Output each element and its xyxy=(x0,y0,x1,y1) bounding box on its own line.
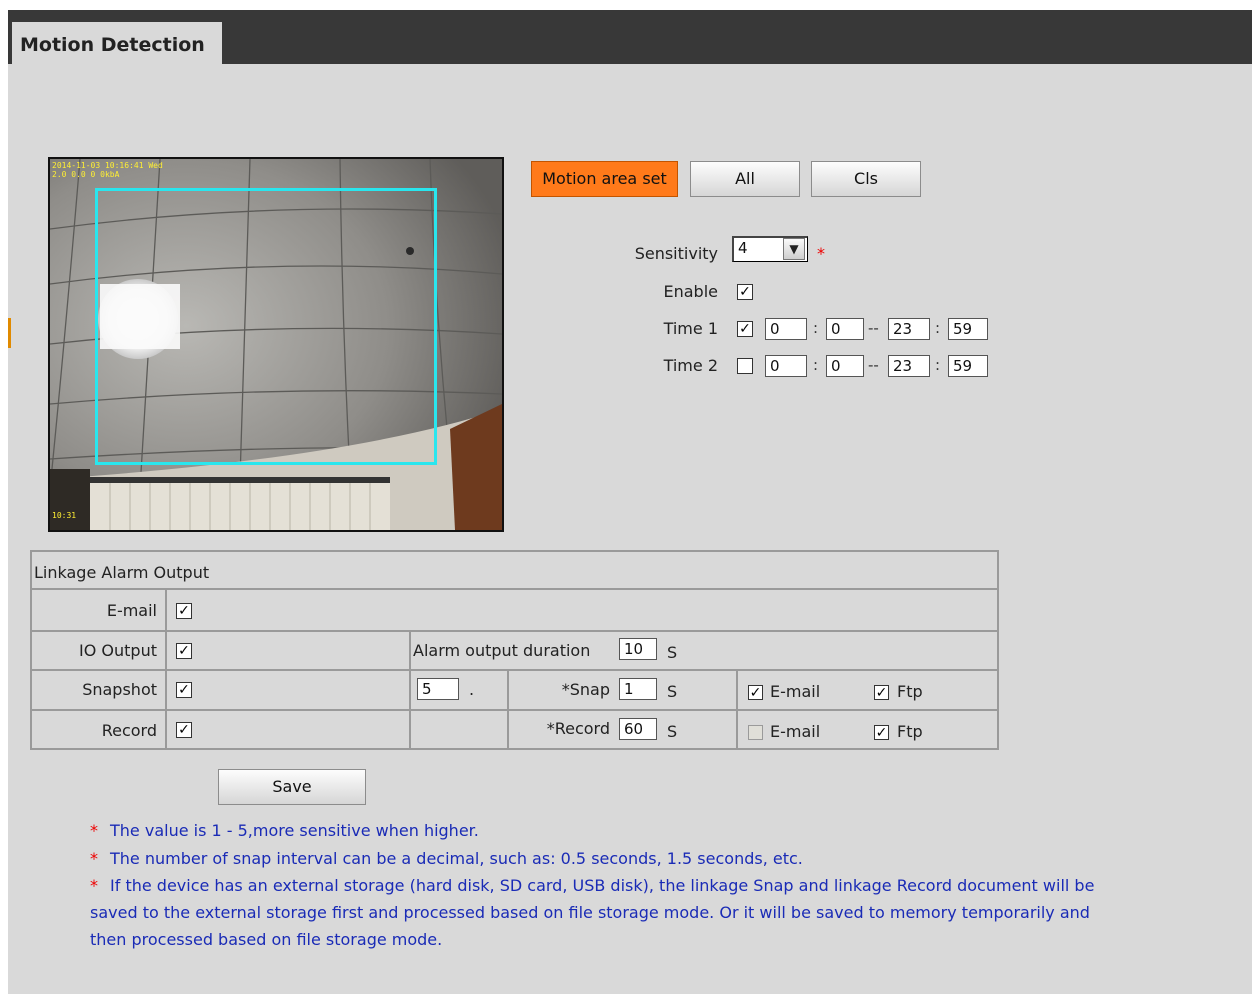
snapshot-dot: . xyxy=(469,680,475,699)
record-duration-label: *Record xyxy=(546,719,610,738)
record-ftp-label: Ftp xyxy=(897,722,923,741)
osd-line-1: 2014-11-03 10:16:41 Wed xyxy=(52,161,163,170)
snap-email-checkbox[interactable]: ✓ xyxy=(748,685,763,700)
alarm-duration-unit: S xyxy=(667,643,678,662)
sensitivity-label: Sensitivity xyxy=(634,244,718,263)
time1-start-hour[interactable]: 0 xyxy=(765,318,807,340)
top-strip xyxy=(0,0,1252,10)
select-all-button[interactable]: All xyxy=(690,161,800,197)
record-label: Record xyxy=(101,721,157,740)
note-3: * If the device has an external storage (… xyxy=(90,876,1094,895)
time2-end-hour[interactable]: 23 xyxy=(888,355,930,377)
clear-button[interactable]: Cls xyxy=(811,161,921,197)
linkage-header: Linkage Alarm Output xyxy=(32,552,997,590)
time2-checkbox[interactable] xyxy=(737,358,753,374)
linkage-table: Linkage Alarm Output E-mail ✓ IO Output … xyxy=(30,550,999,750)
dash: -- xyxy=(868,356,879,374)
osd-timestamp: 2014-11-03 10:16:41 Wed 2.0 0.0 0 0kbA xyxy=(52,161,163,179)
snap-email-label: E-mail xyxy=(770,682,821,701)
note-marker: * xyxy=(90,876,98,895)
snap-ftp-label: Ftp xyxy=(897,682,923,701)
linkage-email-checkbox[interactable]: ✓ xyxy=(176,603,192,619)
snap-interval-label: *Snap xyxy=(561,680,610,699)
record-duration-unit: S xyxy=(667,722,678,741)
io-output-label: IO Output xyxy=(79,641,157,660)
motion-area-set-button[interactable]: Motion area set xyxy=(531,161,678,197)
osd-bottom-label: 10:31 xyxy=(52,511,77,520)
record-ftp-checkbox[interactable]: ✓ xyxy=(874,725,889,740)
required-marker: * xyxy=(817,244,825,263)
tab-motion-detection[interactable]: Motion Detection xyxy=(12,22,222,66)
note-text: If the device has an external storage (h… xyxy=(110,876,1095,895)
note-text: The value is 1 - 5,more sensitive when h… xyxy=(110,821,479,840)
snap-interval-input[interactable]: 1 xyxy=(619,678,657,700)
record-email-label: E-mail xyxy=(770,722,821,741)
snapshot-count-input[interactable]: 5 xyxy=(417,678,459,700)
colon: : xyxy=(813,319,819,337)
time2-start-hour[interactable]: 0 xyxy=(765,355,807,377)
note-1: * The value is 1 - 5,more sensitive when … xyxy=(90,821,479,840)
motion-area-rectangle[interactable] xyxy=(95,188,437,465)
left-edge-marker xyxy=(8,318,11,348)
enable-checkbox[interactable]: ✓ xyxy=(737,284,753,300)
note-marker: * xyxy=(90,849,98,868)
time1-end-minute[interactable]: 59 xyxy=(948,318,988,340)
linkage-email-label: E-mail xyxy=(106,601,157,620)
time2-start-minute[interactable]: 0 xyxy=(826,355,864,377)
io-output-checkbox[interactable]: ✓ xyxy=(176,643,192,659)
enable-label: Enable xyxy=(663,282,719,301)
chevron-down-icon[interactable]: ▼ xyxy=(783,238,805,260)
note-3-line-2: saved to the external storage first and … xyxy=(90,903,1090,922)
time1-start-minute[interactable]: 0 xyxy=(826,318,864,340)
time1-label: Time 1 xyxy=(663,319,718,338)
note-3-line-3: then processed based on file storage mod… xyxy=(90,930,443,949)
time2-label: Time 2 xyxy=(663,356,718,375)
save-button[interactable]: Save xyxy=(218,769,366,805)
osd-line-2: 2.0 0.0 0 0kbA xyxy=(52,170,120,179)
note-2: * The number of snap interval can be a de… xyxy=(90,849,803,868)
time1-checkbox[interactable]: ✓ xyxy=(737,321,753,337)
alarm-duration-input[interactable]: 10 xyxy=(619,638,657,660)
snap-interval-unit: S xyxy=(667,682,678,701)
snapshot-checkbox[interactable]: ✓ xyxy=(176,682,192,698)
dash: -- xyxy=(868,319,879,337)
snapshot-label: Snapshot xyxy=(82,680,157,699)
note-marker: * xyxy=(90,821,98,840)
time1-end-hour[interactable]: 23 xyxy=(888,318,930,340)
record-email-checkbox[interactable] xyxy=(748,725,763,740)
colon: : xyxy=(813,356,819,374)
time2-end-minute[interactable]: 59 xyxy=(948,355,988,377)
record-duration-input[interactable]: 60 xyxy=(619,718,657,740)
note-text: The number of snap interval can be a dec… xyxy=(110,849,803,868)
colon: : xyxy=(935,356,941,374)
snap-ftp-checkbox[interactable]: ✓ xyxy=(874,685,889,700)
colon: : xyxy=(935,319,941,337)
record-checkbox[interactable]: ✓ xyxy=(176,722,192,738)
alarm-duration-label: Alarm output duration xyxy=(413,641,591,660)
